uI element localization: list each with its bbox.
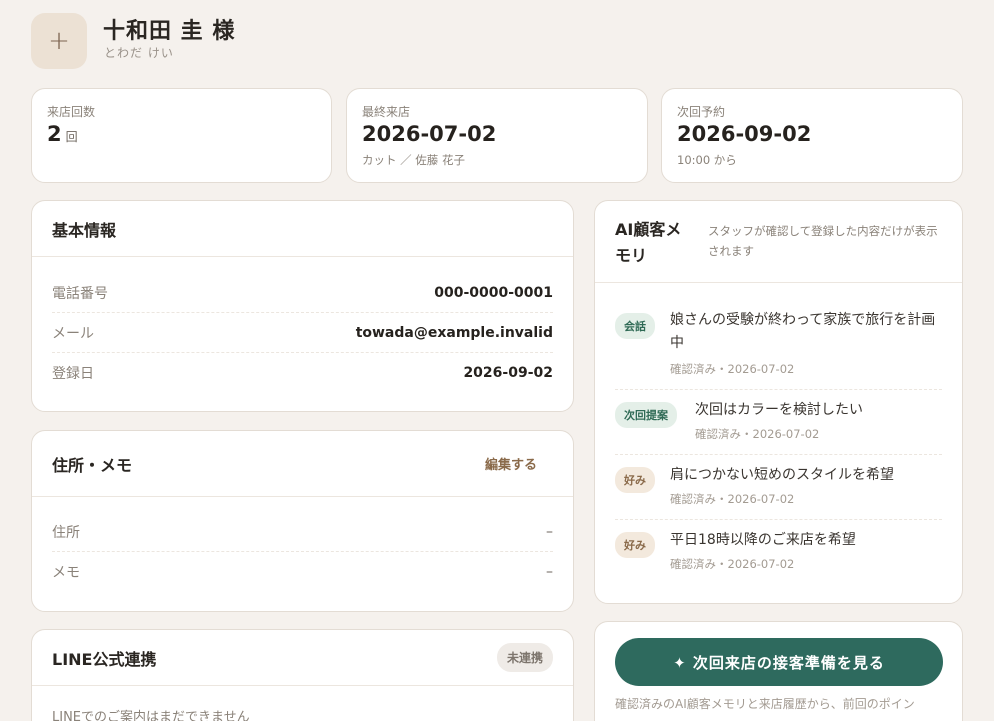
stat-sub: カット ／ 佐藤 花子 xyxy=(362,153,465,167)
card-title: 住所・メモ xyxy=(52,455,133,475)
stat-value: 2026-07-02 xyxy=(362,122,497,146)
memory-text: 平日18時以降のご来店を希望 xyxy=(670,532,856,548)
customer-kana: とわだ けい xyxy=(104,46,174,60)
stat-next-reservation: 次回予約 2026-09-02 10:00 から xyxy=(661,88,963,183)
memory-meta: 確認済み・2026-07-02 xyxy=(670,362,795,376)
line-body: LINEでのご案内はまだできません xyxy=(52,710,250,721)
memory-text: 次回はカラーを検討したい xyxy=(695,402,863,418)
memory-item[interactable]: 好み 肩につかない短めのスタイルを希望 確認済み・2026-07-02 xyxy=(615,455,942,520)
memory-meta: 確認済み・2026-07-02 xyxy=(695,427,820,441)
memory-item[interactable]: 会話 娘さんの受験が終わって家族で旅行を計画中 確認済み・2026-07-02 xyxy=(615,307,942,390)
memory-meta: 確認済み・2026-07-02 xyxy=(670,557,795,571)
line-card: LINE公式連携 未連携 LINEでのご案内はまだできません xyxy=(31,629,574,721)
prep-button[interactable]: ✦ 次回来店の接客準備を見る xyxy=(615,638,943,686)
address-memo-card: 住所・メモ 編集する 住所 – メモ – xyxy=(31,430,574,612)
memory-text: 肩につかない短めのスタイルを希望 xyxy=(670,467,894,483)
stat-visit-count: 来店回数 2回 xyxy=(31,88,332,183)
memory-tag: 会話 xyxy=(615,313,655,339)
card-title: LINE公式連携 xyxy=(52,649,157,669)
memory-tag: 好み xyxy=(615,532,655,558)
prep-note: 確認済みのAI顧客メモリと来店履歴から、前回のポイン xyxy=(615,697,915,711)
stat-sub: 10:00 から xyxy=(677,153,737,167)
memory-item[interactable]: 好み 平日18時以降のご来店を希望 確認済み・2026-07-02 xyxy=(615,520,942,585)
memory-meta: 確認済み・2026-07-02 xyxy=(670,492,795,506)
status-badge: 未連携 xyxy=(496,643,553,672)
ai-memory-card: AI顧客メモリ スタッフが確認して登録した内容だけが表示されます 会話 娘さんの… xyxy=(594,200,963,604)
prep-card: ✦ 次回来店の接客準備を見る 確認済みのAI顧客メモリと来店履歴から、前回のポイ… xyxy=(594,621,963,721)
info-row-address: 住所 – xyxy=(52,512,553,552)
card-title: 基本情報 xyxy=(52,220,117,240)
info-row-registered: 登録日 2026-09-02 xyxy=(52,365,553,382)
stat-value: 2026-09-02 xyxy=(677,122,812,146)
stat-last-visit: 最終来店 2026-07-02 カット ／ 佐藤 花子 xyxy=(346,88,648,183)
memory-tag: 次回提案 xyxy=(615,402,677,428)
card-title: AI顧客メモリ xyxy=(615,220,682,265)
stat-label: 最終来店 xyxy=(362,105,411,119)
plus-icon: + xyxy=(48,26,70,56)
memory-tag: 好み xyxy=(615,467,655,493)
stat-value: 2回 xyxy=(47,122,78,146)
info-row-email: メール towada@example.invalid xyxy=(52,313,553,353)
stat-label: 来店回数 xyxy=(47,105,96,119)
memory-item[interactable]: 次回提案 次回はカラーを検討したい 確認済み・2026-07-02 xyxy=(615,390,942,455)
avatar[interactable]: + xyxy=(31,13,87,69)
info-row-memo: メモ – xyxy=(52,564,553,581)
memory-text: 娘さんの受験が終わって家族で旅行を計画中 xyxy=(670,312,936,351)
customer-name: 十和田 圭 様 xyxy=(103,19,236,44)
stat-label: 次回予約 xyxy=(677,105,726,119)
info-row-phone: 電話番号 000-0000-0001 xyxy=(52,273,553,313)
basic-info-card: 基本情報 電話番号 000-0000-0001 メール towada@example… xyxy=(31,200,574,412)
card-note: スタッフが確認して登録した内容だけが表示されます xyxy=(708,224,938,258)
edit-button[interactable]: 編集する xyxy=(485,454,537,473)
